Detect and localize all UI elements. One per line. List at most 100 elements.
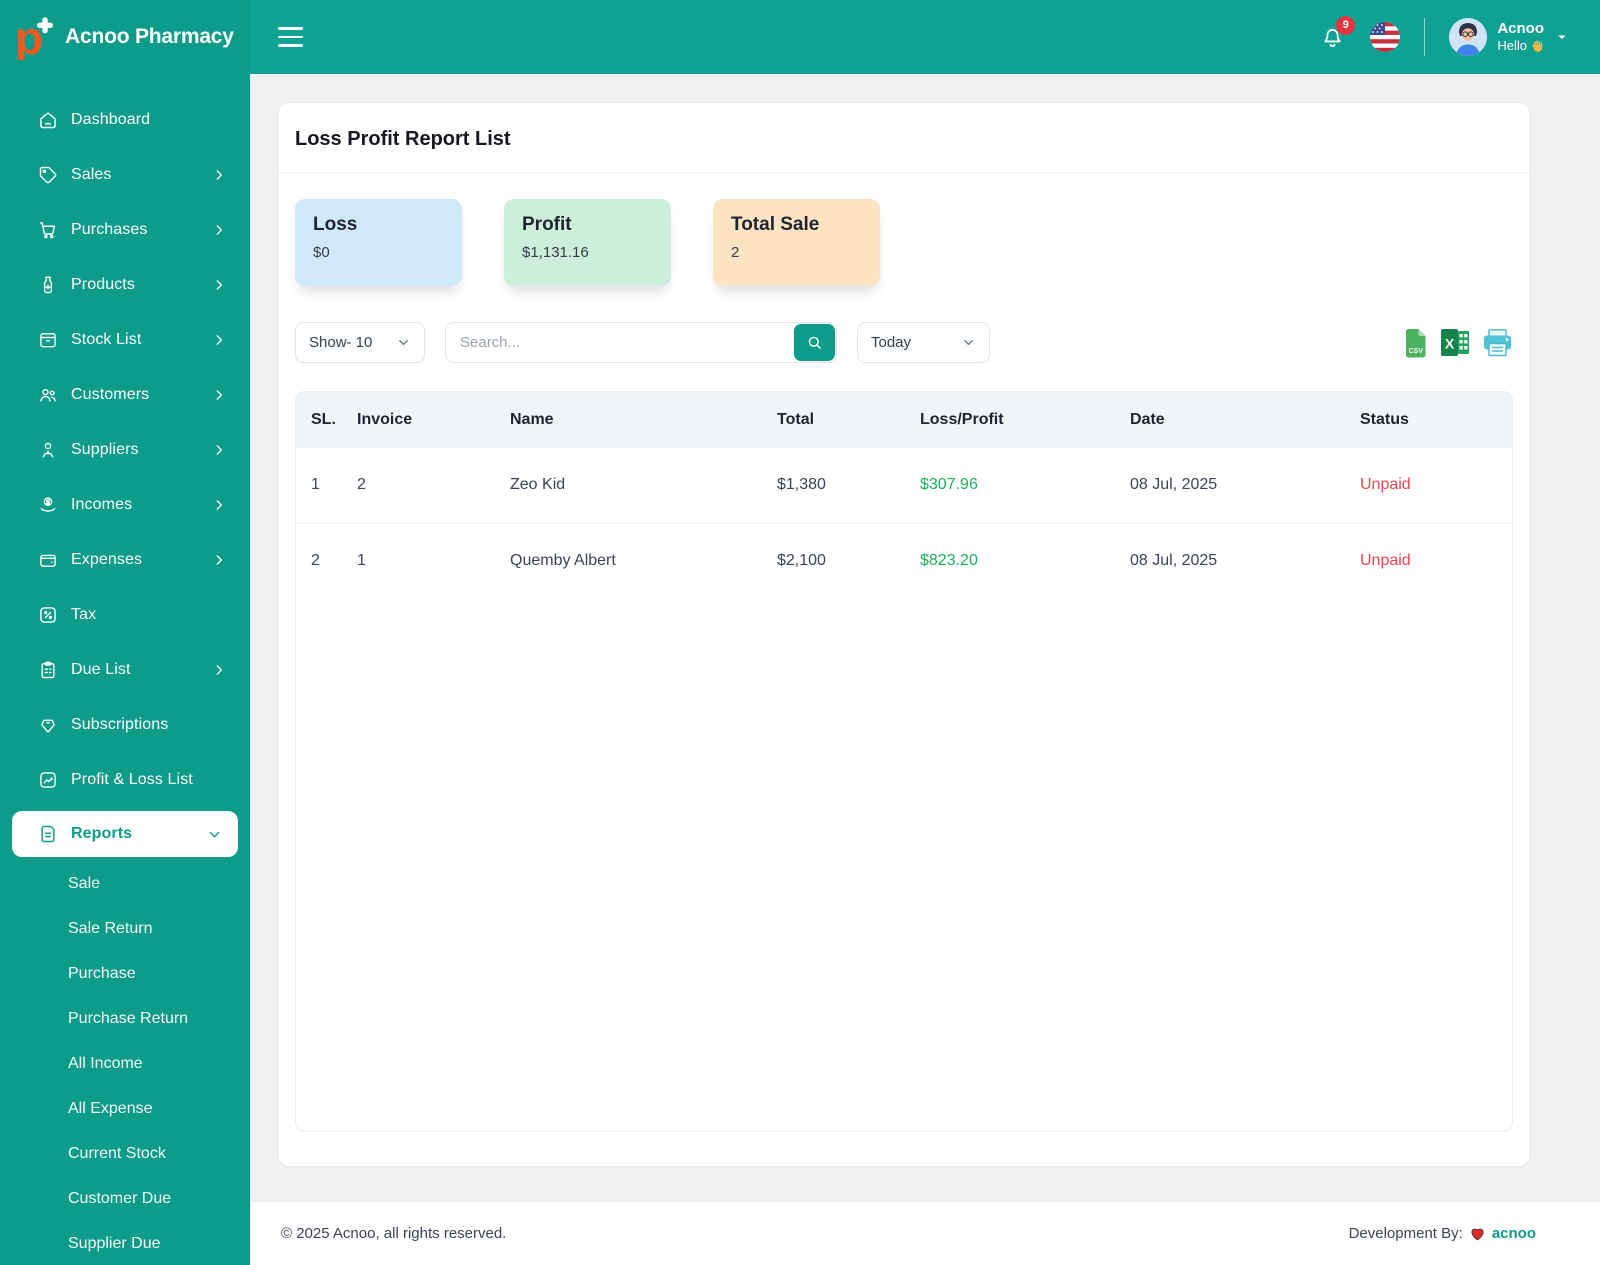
col-header-total: Total: [777, 411, 815, 428]
caret-down-icon: [1554, 29, 1570, 45]
loss-card: Loss $0: [295, 199, 462, 286]
sidebar-item-suppliers[interactable]: Suppliers: [0, 422, 250, 477]
sidebar-item-label: Purchases: [71, 220, 148, 238]
sidebar-item-label: Customers: [71, 385, 150, 403]
show-entries-select[interactable]: Show- 10: [295, 322, 425, 363]
coin-hand-icon: [37, 495, 58, 515]
sidebar-nav: Dashboard Sales Purchases Products Stock…: [0, 74, 250, 1265]
submenu-item-all-expense[interactable]: All Expense: [0, 1086, 250, 1131]
show-entries-label: Show- 10: [309, 334, 373, 351]
brand[interactable]: p Acnoo Pharmacy: [0, 0, 250, 74]
reports-submenu: Sale Sale Return Purchase Purchase Retur…: [0, 861, 250, 1265]
sidebar-item-dashboard[interactable]: Dashboard: [0, 92, 250, 147]
printer-icon: [1484, 328, 1511, 356]
submenu-item-current-stock[interactable]: Current Stock: [0, 1131, 250, 1176]
sidebar-item-purchases[interactable]: Purchases: [0, 202, 250, 257]
sidebar-item-label: Expenses: [71, 550, 143, 568]
table-controls: Show- 10 Today CSV: [295, 322, 1513, 363]
total-sale-card-label: Total Sale: [731, 214, 820, 235]
language-flag-us[interactable]: [1370, 22, 1401, 52]
sidebar-item-label: Sales: [71, 165, 112, 183]
sidebar-item-incomes[interactable]: Incomes: [0, 477, 250, 532]
sidebar-item-label: Products: [71, 275, 135, 293]
date-filter-select[interactable]: Today: [857, 322, 990, 363]
cell-total: $2,100: [777, 551, 826, 569]
submenu-item-sale-return[interactable]: Sale Return: [0, 906, 250, 951]
home-icon: [37, 110, 58, 130]
sidebar-item-label: Due List: [71, 660, 131, 678]
box-icon: [37, 330, 58, 350]
user-greeting: Hello: [1497, 38, 1527, 54]
sidebar-item-label: Subscriptions: [71, 715, 169, 733]
chevron-right-icon: [212, 168, 226, 182]
chevron-right-icon: [212, 553, 226, 567]
sidebar-item-due-list[interactable]: Due List: [0, 642, 250, 697]
submenu-label: Purchase: [68, 964, 136, 982]
search-button[interactable]: [794, 324, 835, 361]
submenu-item-all-income[interactable]: All Income: [0, 1041, 250, 1086]
sidebar-item-label: Dashboard: [71, 110, 151, 128]
page-title: Loss Profit Report List: [279, 103, 1529, 173]
medicine-bottle-icon: [37, 275, 58, 295]
search-input[interactable]: [446, 323, 776, 362]
report-file-icon: [37, 824, 58, 844]
cell-invoice: 1: [357, 551, 366, 569]
user-menu[interactable]: Acnoo Hello: [1449, 18, 1570, 56]
sidebar-item-stock-list[interactable]: Stock List: [0, 312, 250, 367]
cell-name: Zeo Kid: [510, 476, 566, 494]
clipboard-icon: [37, 660, 58, 680]
sidebar-item-reports[interactable]: Reports: [12, 811, 238, 857]
svg-text:p: p: [15, 14, 43, 60]
brand-logo-icon: p: [12, 14, 58, 60]
cell-total: $1,380: [777, 476, 826, 494]
cell-status: Unpaid: [1360, 551, 1411, 569]
topbar-divider: [1424, 18, 1426, 56]
notification-count-badge: 9: [1336, 15, 1356, 35]
excel-icon: X: [1441, 329, 1469, 356]
topbar: 9 Acnoo Hello: [250, 0, 1600, 74]
notifications-button[interactable]: 9: [1319, 15, 1356, 51]
search-icon: [808, 336, 821, 349]
submenu-item-sale[interactable]: Sale: [0, 861, 250, 906]
summary-cards: Loss $0 Profit $1,131.16 Total Sale 2: [279, 173, 1529, 294]
sidebar-item-label: Reports: [71, 825, 133, 842]
profit-card-value: $1,131.16: [522, 244, 589, 261]
export-buttons: CSV X: [1404, 328, 1513, 358]
sidebar-item-customers[interactable]: Customers: [0, 367, 250, 422]
svg-text:X: X: [1445, 336, 1455, 352]
table-row: 2 1 Quemby Albert $2,100 $823.20 08 Jul,…: [296, 523, 1512, 598]
col-header-sl: SL.: [311, 411, 336, 428]
sidebar-item-products[interactable]: Products: [0, 257, 250, 312]
sidebar-item-tax[interactable]: Tax: [0, 587, 250, 642]
menu-toggle-button[interactable]: [272, 21, 309, 53]
chevron-down-icon: [207, 827, 222, 842]
sidebar-item-sales[interactable]: Sales: [0, 147, 250, 202]
cell-name: Quemby Albert: [510, 551, 616, 569]
print-button[interactable]: [1482, 328, 1513, 357]
chevron-right-icon: [212, 498, 226, 512]
cell-status: Unpaid: [1360, 476, 1411, 494]
chevron-down-icon: [399, 340, 408, 345]
submenu-label: Sale: [68, 874, 101, 892]
cell-sl: 2: [311, 551, 320, 569]
submenu-item-purchase[interactable]: Purchase: [0, 951, 250, 996]
total-sale-card-value: 2: [731, 244, 740, 261]
heart-icon: [1469, 1226, 1486, 1242]
sidebar-item-expenses[interactable]: Expenses: [0, 532, 250, 587]
sidebar-item-subscriptions[interactable]: Subscriptions: [0, 697, 250, 752]
submenu-item-purchase-return[interactable]: Purchase Return: [0, 996, 250, 1041]
main-content: Loss Profit Report List Loss $0 Profit $…: [250, 74, 1600, 1202]
chevron-right-icon: [212, 333, 226, 347]
users-icon: [37, 385, 58, 405]
developer-link[interactable]: acnoo: [1492, 1225, 1536, 1242]
export-csv-button[interactable]: CSV: [1404, 328, 1428, 358]
sidebar-item-label: Suppliers: [71, 440, 139, 458]
submenu-item-customer-due[interactable]: Customer Due: [0, 1176, 250, 1221]
chevron-down-icon: [964, 340, 973, 345]
export-excel-button[interactable]: X: [1441, 329, 1469, 356]
sidebar-item-profit-loss-list[interactable]: Profit & Loss List: [0, 752, 250, 807]
wallet-icon: [37, 550, 58, 570]
submenu-label: Supplier Due: [68, 1234, 161, 1252]
sidebar: p Acnoo Pharmacy Dashboard Sales Purchas…: [0, 0, 250, 1265]
submenu-item-supplier-due[interactable]: Supplier Due: [0, 1221, 250, 1265]
